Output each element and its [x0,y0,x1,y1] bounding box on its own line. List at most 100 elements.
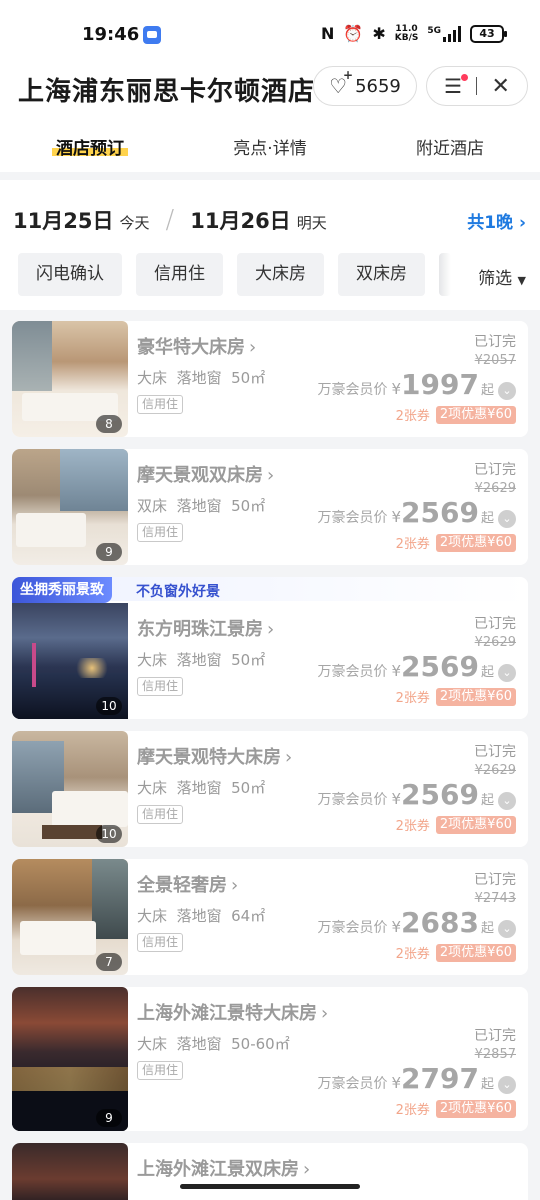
room-name[interactable]: 摩天景观双床房 › [137,461,274,487]
promo-tag: 坐拥秀丽景致 [12,577,112,603]
photo-count: 7 [96,953,122,971]
close-icon[interactable]: ✕ [491,74,509,99]
network-speed: 11.0 KB/S [394,24,419,43]
room-photo[interactable]: 10 [12,731,128,847]
price-value: 2569 [401,778,479,811]
expand-chevron-icon[interactable]: ⌄ [498,510,516,528]
room-attributes: 大床 落地窗 50㎡ [137,777,265,798]
room-photo[interactable]: 10 [12,603,128,719]
discount-badge: 2项优惠¥60 [435,405,516,424]
date-filter-section: 11月25日 今天 / 11月26日 明天 共1晚 › 闪电确认 信用住 大床房… [0,180,540,310]
filter-button[interactable]: 筛选 ▼ [478,264,526,289]
member-price-label: 万豪会员价 [317,382,388,398]
signal-type: 5G [427,25,441,36]
room-area: 50㎡ [231,779,266,797]
filter-chip-instant[interactable]: 闪电确认 [18,253,122,296]
chevron-right-icon: › [303,1159,311,1180]
room-photo[interactable]: 9 [12,449,128,565]
room-card[interactable]: 10 摩天景观特大床房 › 大床 落地窗 50㎡ 信用住 已订完 ¥2629 万豪… [12,731,528,847]
heart-plus-icon: ♡ [329,68,353,98]
favorite-button[interactable]: ♡ 5659 [313,66,417,106]
room-area: 50㎡ [231,369,266,387]
room-card[interactable]: 8 豪华特大床房 › 大床 落地窗 50㎡ 信用住 已订完 ¥2057 万豪会员价… [12,321,528,437]
price-suffix: 起 [480,793,494,808]
network-speed-unit: KB/S [394,32,419,43]
chevron-right-icon: › [267,619,275,640]
room-name-text: 上海外滩江景双床房 [137,1159,299,1180]
expand-chevron-icon[interactable]: ⌄ [498,920,516,938]
price-suffix: 起 [480,383,494,398]
tab-highlights[interactable]: 亮点·详情 [180,116,360,172]
checkin-label: 今天 [119,214,150,232]
room-name[interactable]: 全景轻奢房 › [137,871,238,897]
checkout-label: 明天 [296,214,327,232]
tab-nearby[interactable]: 附近酒店 [360,116,540,172]
photo-count: 10 [96,697,122,715]
room-name[interactable]: 上海外滩江景特大床房 › [137,999,328,1025]
room-name[interactable]: 上海外滩江景双床房 › [137,1155,310,1181]
room-card[interactable]: 7 全景轻奢房 › 大床 落地窗 64㎡ 信用住 已订完 ¥2743 万豪会员价 ¥… [12,859,528,975]
room-card[interactable]: 9 摩天景观双床房 › 双床 落地窗 50㎡ 信用住 已订完 ¥2629 万豪会员… [12,449,528,565]
expand-chevron-icon[interactable]: ⌄ [498,382,516,400]
coupon-row: 2张券 2项优惠¥60 [318,687,516,706]
expand-chevron-icon[interactable]: ⌄ [498,664,516,682]
room-photo[interactable]: 7 [12,859,128,975]
photo-count: 8 [96,415,122,433]
home-indicator[interactable] [180,1184,360,1189]
filter-chip-twin[interactable]: 双床房 [338,253,425,296]
room-area: 50㎡ [231,497,266,515]
status-icons: N ⏰ ✱ 11.0 KB/S 5G 43 [321,24,507,43]
hotel-title: 上海浦东丽思卡尔顿酒店 [18,77,316,107]
room-card[interactable]: 坐拥秀丽景致 不负窗外好景 10 东方明珠江景房 › 大床 落地窗 50㎡ 信用住… [12,577,528,719]
credit-badge: 信用住 [137,805,184,824]
filter-chips: 闪电确认 信用住 大床房 双床房 [18,253,451,296]
nights-count[interactable]: 共1晚 › [467,208,526,233]
menu-icon[interactable]: ☰ [444,74,468,98]
room-name[interactable]: 东方明珠江景房 › [137,615,274,641]
credit-badge: 信用住 [137,523,184,542]
room-list: 8 豪华特大床房 › 大床 落地窗 50㎡ 信用住 已订完 ¥2057 万豪会员价… [12,321,528,1200]
filter-chip-king[interactable]: 大床房 [237,253,324,296]
battery-icon: 43 [470,24,507,43]
chevron-right-icon: › [249,337,257,358]
room-attributes: 双床 落地窗 50㎡ [137,495,265,516]
room-window: 落地窗 [176,651,222,669]
price-area: 已订完 ¥2057 万豪会员价 ¥1997 起 ⌄ 2张券 2项优惠¥60 [317,331,516,424]
soldout-label: 已订完 [474,616,516,632]
filter-chip-overflow [439,253,451,296]
room-window: 落地窗 [176,369,222,387]
discount-badge: 2项优惠¥60 [435,943,516,962]
original-price: ¥2743 [474,891,516,906]
room-name-text: 摩天景观双床房 [137,465,263,486]
chevron-right-icon: › [267,465,275,486]
room-attributes: 大床 落地窗 50㎡ [137,649,265,670]
coupon-count: 2张券 [395,691,430,706]
price-row: 万豪会员价 ¥2797 起 ⌄ [317,1062,516,1095]
room-card[interactable]: 9 上海外滩江景特大床房 › 大床 落地窗 50-60㎡ 信用住 已订完 ¥285… [12,987,528,1131]
room-photo[interactable]: 8 [12,321,128,437]
room-photo[interactable] [12,1143,128,1200]
tab-booking[interactable]: 酒店预订 [0,116,180,172]
member-price-label: 万豪会员价 [317,1076,388,1092]
status-time: 19:46 [82,24,140,45]
room-name-text: 上海外滩江景特大床房 [137,1003,317,1024]
room-photo[interactable]: 9 [12,987,128,1131]
date-picker[interactable]: 11月25日 今天 / 11月26日 明天 [13,205,327,235]
room-window: 落地窗 [176,907,222,925]
filter-chip-credit[interactable]: 信用住 [136,253,223,296]
soldout-label: 已订完 [474,1028,516,1044]
header: 上海浦东丽思卡尔顿酒店 ♡ 5659 ☰ ✕ [0,64,540,116]
soldout-label: 已订完 [474,744,516,760]
price-value: 2569 [401,496,479,529]
chevron-right-icon: › [231,875,239,896]
expand-chevron-icon[interactable]: ⌄ [498,1076,516,1094]
capsule-divider [476,77,478,95]
coupon-count: 2张券 [395,537,430,552]
coupon-row: 2张券 2项优惠¥60 [318,1099,516,1118]
room-card[interactable]: 上海外滩江景双床房 › [12,1143,528,1200]
price-area: 已订完 ¥2857 万豪会员价 ¥2797 起 ⌄ 2张券 2项优惠¥60 [317,1025,516,1118]
expand-chevron-icon[interactable]: ⌄ [498,792,516,810]
room-name[interactable]: 豪华特大床房 › [137,333,256,359]
soldout-label: 已订完 [474,334,516,350]
room-name[interactable]: 摩天景观特大床房 › [137,743,292,769]
